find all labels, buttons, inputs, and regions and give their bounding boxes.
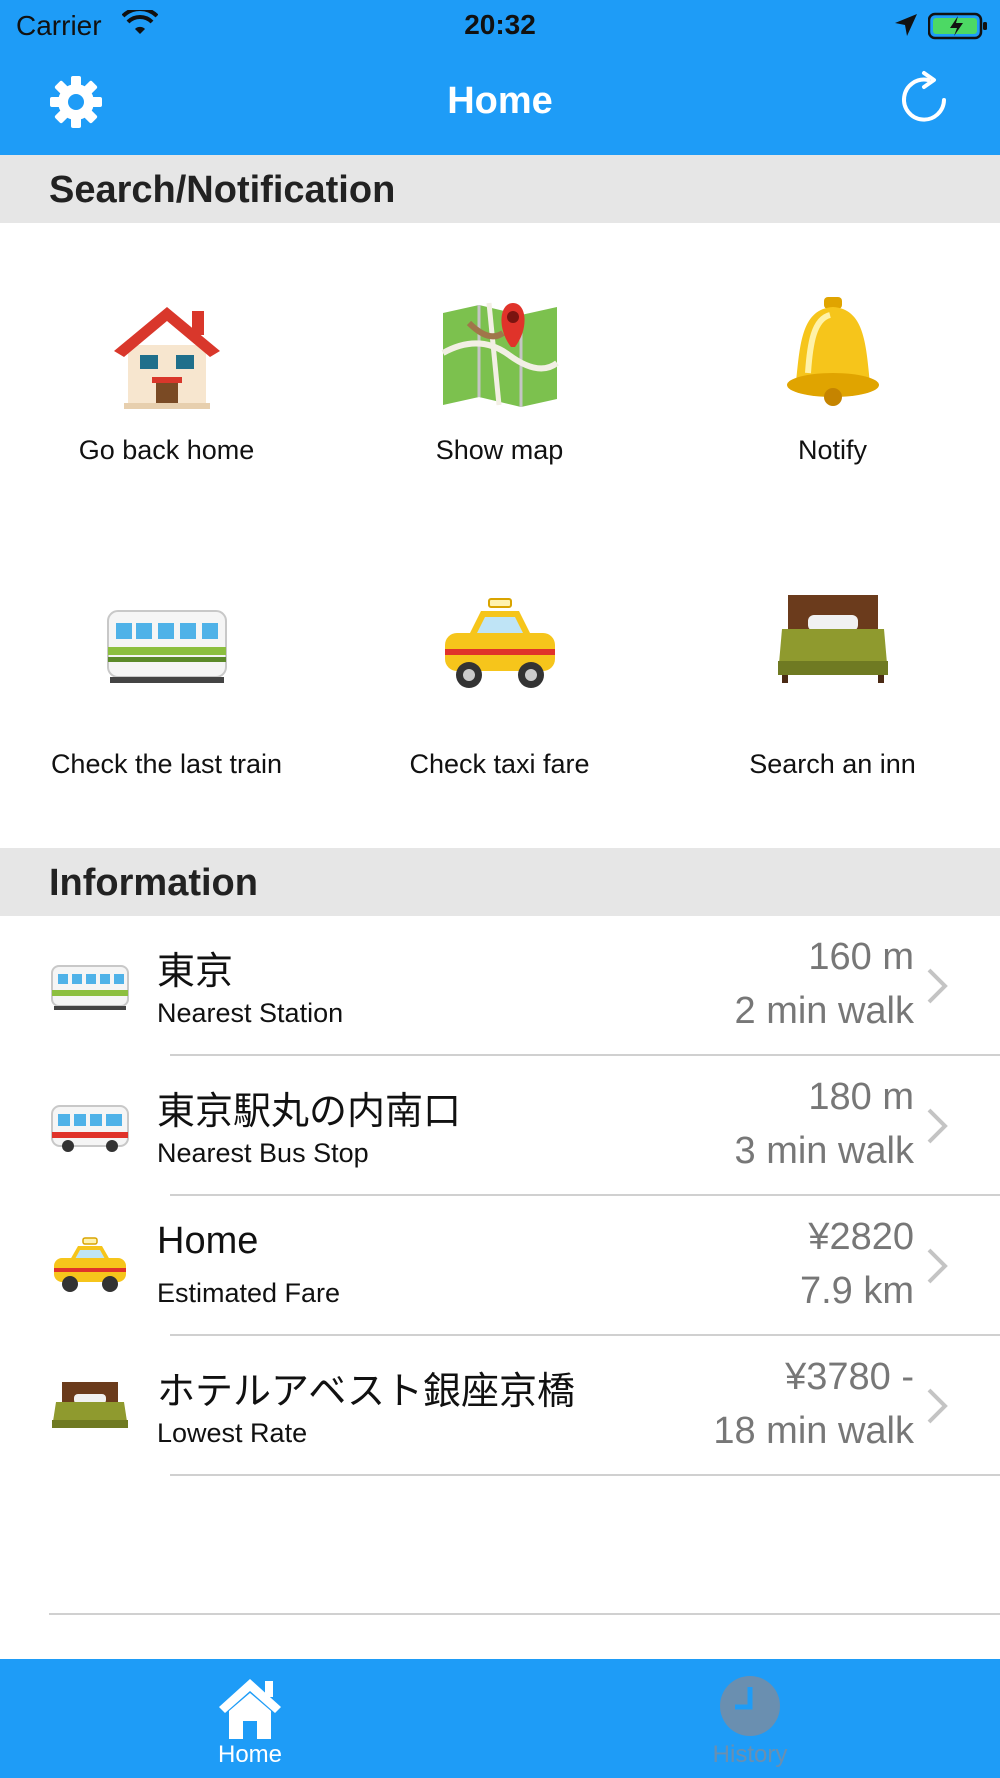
tile-go-back-home[interactable]: Go back home xyxy=(0,223,333,523)
section-header-info: Information xyxy=(0,848,1000,916)
chevron-right-icon xyxy=(927,1108,948,1144)
tile-notify[interactable]: Notify xyxy=(666,223,999,523)
row-divider xyxy=(170,1474,1000,1476)
row-title: ホテルアベスト銀座京橋 xyxy=(157,1371,576,1413)
info-row-station[interactable]: 東京 Nearest Station 160 m 2 min walk xyxy=(0,916,1000,1056)
bed-icon xyxy=(52,1382,128,1428)
row-value-secondary: 2 min walk xyxy=(734,990,915,1032)
tile-label: Search an inn xyxy=(749,749,916,779)
list-end-divider xyxy=(49,1613,1000,1615)
row-value-primary: 180 m xyxy=(808,1076,914,1118)
row-value-primary: 160 m xyxy=(808,936,914,978)
train-icon xyxy=(107,610,227,683)
row-title: 東京 xyxy=(157,951,234,993)
row-title: 東京駅丸の内南口 xyxy=(157,1091,462,1133)
tile-check-last-train[interactable]: Check the last train xyxy=(0,523,333,823)
row-value-primary: ¥2820 xyxy=(808,1216,914,1258)
house-icon xyxy=(219,1679,281,1739)
info-row-taxi[interactable]: Home Estimated Fare ¥2820 7.9 km xyxy=(0,1196,1000,1336)
chevron-right-icon xyxy=(927,1248,948,1284)
section-header-search: Search/Notification xyxy=(0,155,1000,223)
map-icon xyxy=(441,302,559,407)
top-bar: Carrier 20:32 Home xyxy=(0,0,1000,155)
row-subtitle: Lowest Rate xyxy=(157,1418,308,1448)
battery-icon xyxy=(928,12,987,40)
tile-label: Check the last train xyxy=(50,749,283,779)
tile-label: Show map xyxy=(435,435,564,465)
nav-title: Home xyxy=(447,80,553,122)
tile-search-inn[interactable]: Search an inn xyxy=(666,523,999,823)
info-row-inn[interactable]: ホテルアベスト銀座京橋 Lowest Rate ¥3780 - 18 min w… xyxy=(0,1336,1000,1476)
tab-bar: Home History xyxy=(0,1659,1000,1778)
train-icon xyxy=(51,965,129,1010)
tile-label: Go back home xyxy=(78,435,255,465)
section-title-info: Information xyxy=(49,862,258,904)
tile-label: Check taxi fare xyxy=(409,749,590,779)
bus-icon xyxy=(51,1105,129,1152)
house-icon xyxy=(114,307,220,409)
tile-label: Notify xyxy=(797,435,868,465)
tab-history[interactable]: History xyxy=(500,1659,1000,1778)
row-subtitle: Nearest Station xyxy=(157,998,344,1028)
row-title: Home xyxy=(157,1220,259,1262)
row-subtitle: Estimated Fare xyxy=(157,1278,341,1308)
tab-home[interactable]: Home xyxy=(0,1659,500,1778)
tile-check-taxi-fare[interactable]: Check taxi fare xyxy=(333,523,666,823)
clock-time: 20:32 xyxy=(464,9,536,40)
info-row-bus-stop[interactable]: 東京駅丸の内南口 Nearest Bus Stop 180 m 3 min wa… xyxy=(0,1056,1000,1196)
section-title-search: Search/Notification xyxy=(49,169,396,211)
row-value-secondary: 7.9 km xyxy=(799,1270,914,1312)
bell-icon xyxy=(787,297,879,406)
chevron-right-icon xyxy=(927,1388,948,1424)
row-value-primary: ¥3780 - xyxy=(785,1356,914,1398)
chevron-right-icon xyxy=(927,968,948,1004)
taxi-icon xyxy=(54,1237,126,1292)
tab-label: Home xyxy=(217,1741,283,1768)
bed-icon xyxy=(778,595,888,683)
row-value-secondary: 18 min walk xyxy=(713,1410,914,1452)
row-value-secondary: 3 min walk xyxy=(734,1130,915,1172)
location-arrow-icon xyxy=(895,14,917,36)
taxi-icon xyxy=(445,598,555,688)
tab-label: History xyxy=(712,1741,788,1768)
tile-show-map[interactable]: Show map xyxy=(333,223,666,523)
status-bar: Carrier 20:32 xyxy=(0,0,1000,50)
refresh-icon[interactable] xyxy=(898,70,954,126)
clock-icon xyxy=(720,1676,780,1736)
row-subtitle: Nearest Bus Stop xyxy=(157,1138,369,1168)
